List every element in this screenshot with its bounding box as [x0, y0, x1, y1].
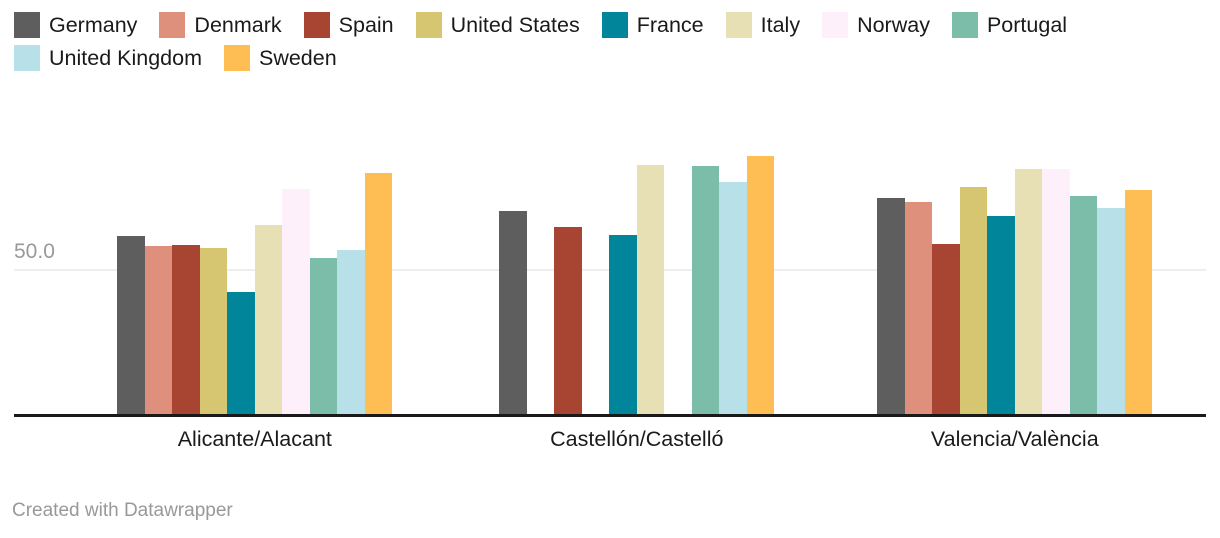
bar[interactable] [227, 292, 255, 414]
bar[interactable] [199, 247, 228, 414]
bar[interactable] [1042, 168, 1070, 414]
x-axis-category-label: Alicante/Alacant [177, 427, 332, 451]
bar[interactable] [554, 227, 582, 414]
bar[interactable] [499, 211, 527, 414]
bar[interactable] [1097, 207, 1125, 414]
bar[interactable] [636, 165, 665, 414]
y-axis-tick-label: 50.0 [14, 240, 55, 264]
bar[interactable] [337, 249, 365, 414]
bar[interactable] [691, 165, 720, 414]
bar[interactable] [364, 173, 393, 414]
bar[interactable] [959, 186, 988, 414]
x-axis-category-label: Valencia/València [930, 427, 1099, 451]
bar[interactable] [309, 258, 338, 414]
bar[interactable] [719, 181, 747, 414]
x-axis-category-label: Castellón/Castelló [550, 427, 724, 451]
bar[interactable] [117, 235, 145, 414]
bar[interactable] [1069, 195, 1098, 414]
x-axis-baseline [14, 414, 1206, 417]
bar[interactable] [1014, 169, 1043, 414]
bar[interactable] [282, 188, 310, 414]
bar-chart: 50.0 Alicante/Alacant Castellón/Castelló V… [0, 0, 1220, 470]
bar[interactable] [609, 235, 637, 414]
bar[interactable] [877, 197, 905, 414]
bar[interactable] [932, 243, 960, 414]
bar[interactable] [172, 245, 200, 414]
datawrapper-credit: Created with Datawrapper [12, 500, 233, 521]
bar[interactable] [746, 155, 775, 414]
bar[interactable] [904, 202, 933, 414]
bar[interactable] [987, 216, 1015, 414]
bar[interactable] [1124, 189, 1153, 414]
bar[interactable] [254, 225, 283, 414]
bar[interactable] [144, 245, 173, 414]
